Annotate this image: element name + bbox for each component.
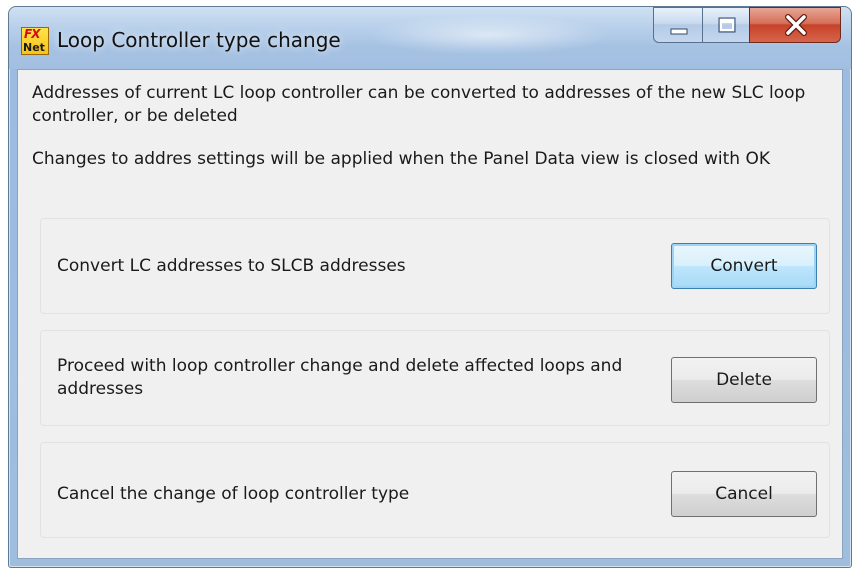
cancel-button[interactable]: Cancel [671,471,817,517]
intro-text-conversion: Addresses of current LC loop controller … [32,83,806,126]
minimize-icon [670,28,688,35]
close-button[interactable] [749,7,841,43]
convert-option-label: Convert LC addresses to SLCB addresses [57,256,406,276]
cancel-option-group: Cancel the change of loop controller typ… [40,442,830,538]
maximize-button[interactable] [702,7,750,43]
close-icon [785,14,807,36]
cancel-option-label: Cancel the change of loop controller typ… [57,484,410,504]
minimize-button[interactable] [653,7,703,43]
fxnet-app-icon: FX Net [21,27,49,55]
delete-button[interactable]: Delete [671,357,817,403]
app-icon-bottom-text: Net [23,41,45,54]
dialog-window: FX Net Loop Controller type change Addre… [8,6,852,568]
window-title: Loop Controller type change [57,28,341,52]
intro-text-apply: Changes to addres settings will be appli… [32,149,770,169]
convert-button[interactable]: Convert [671,243,817,289]
maximize-icon [718,17,736,33]
delete-option-label: Proceed with loop controller change and … [57,356,623,399]
dialog-content: Addresses of current LC loop controller … [17,69,843,559]
delete-option-group: Proceed with loop controller change and … [40,330,830,426]
title-bar[interactable]: FX Net Loop Controller type change [9,7,851,69]
app-icon-top-text: FX [24,27,40,41]
convert-option-group: Convert LC addresses to SLCB addresses C… [40,218,830,314]
